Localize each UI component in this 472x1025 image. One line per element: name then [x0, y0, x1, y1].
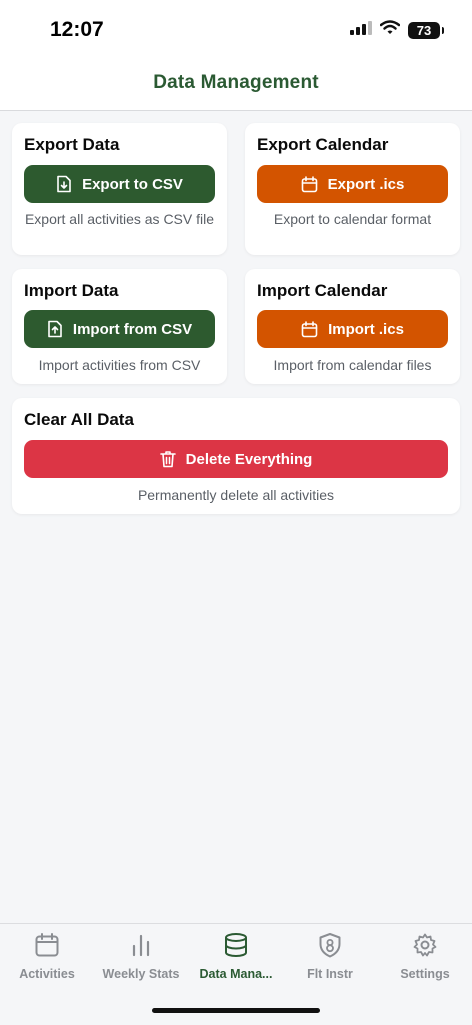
- calendar-icon: [301, 320, 318, 338]
- import-calendar-card: Import Calendar Import .ics Import from …: [245, 269, 460, 384]
- clear-data-card: Clear All Data Delete Everything Permane…: [12, 398, 460, 514]
- card-description: Permanently delete all activities: [137, 487, 335, 503]
- bar-chart-icon: [128, 932, 154, 963]
- tab-label: Activities: [19, 967, 75, 981]
- card-title: Import Calendar: [257, 281, 388, 300]
- header: Data Management: [0, 62, 472, 111]
- button-label: Import .ics: [328, 320, 404, 338]
- calendar-icon: [34, 932, 60, 963]
- card-title: Export Calendar: [257, 135, 389, 154]
- tab-settings[interactable]: Settings: [378, 932, 472, 981]
- tab-label: Settings: [400, 967, 450, 981]
- battery-icon: 73: [408, 21, 444, 39]
- wifi-icon: [379, 20, 401, 40]
- page-title: Data Management: [153, 72, 319, 93]
- export-csv-button[interactable]: Export to CSV: [24, 165, 215, 203]
- card-description: Export to calendar format: [273, 211, 432, 227]
- card-description: Import from calendar files: [273, 357, 432, 373]
- button-label: Import from CSV: [72, 320, 193, 338]
- status-icons: 73: [350, 20, 444, 40]
- calendar-icon: [301, 175, 318, 193]
- tab-label: Flt Instr: [307, 967, 353, 981]
- file-download-icon: [56, 175, 72, 193]
- card-title: Clear All Data: [24, 410, 134, 429]
- database-icon: [223, 932, 249, 963]
- card-title: Import Data: [24, 281, 119, 300]
- card-description: Import activities from CSV: [38, 357, 201, 373]
- tab-data-management[interactable]: Data Mana...: [189, 932, 283, 981]
- tab-flt-instr[interactable]: Flt Instr: [283, 932, 377, 981]
- tab-activities[interactable]: Activities: [0, 932, 94, 981]
- import-csv-button[interactable]: Import from CSV: [24, 310, 215, 348]
- card-title: Export Data: [24, 135, 120, 154]
- home-indicator: [152, 1008, 320, 1013]
- export-ics-button[interactable]: Export .ics: [257, 165, 448, 203]
- export-calendar-card: Export Calendar Export .ics Export to ca…: [245, 123, 460, 255]
- import-ics-button[interactable]: Import .ics: [257, 310, 448, 348]
- tab-label: Data Mana...: [199, 967, 273, 981]
- trash-icon: [159, 450, 176, 468]
- status-bar: 12:07 73: [0, 0, 472, 62]
- card-description: Export all activities as CSV file: [24, 211, 215, 227]
- tab-label: Weekly Stats: [102, 967, 180, 981]
- delete-everything-button[interactable]: Delete Everything: [24, 440, 448, 478]
- gear-icon: [412, 932, 438, 963]
- signal-icon: [350, 20, 372, 40]
- import-data-card: Import Data Import from CSV Import activ…: [12, 269, 227, 384]
- tab-weekly-stats[interactable]: Weekly Stats: [94, 932, 188, 981]
- shield-icon: [317, 932, 343, 963]
- button-label: Delete Everything: [185, 450, 313, 468]
- export-data-card: Export Data Export to CSV Export all act…: [12, 123, 227, 255]
- status-time: 12:07: [50, 18, 104, 41]
- button-label: Export to CSV: [82, 175, 183, 193]
- file-upload-icon: [47, 320, 63, 338]
- button-label: Export .ics: [327, 175, 405, 193]
